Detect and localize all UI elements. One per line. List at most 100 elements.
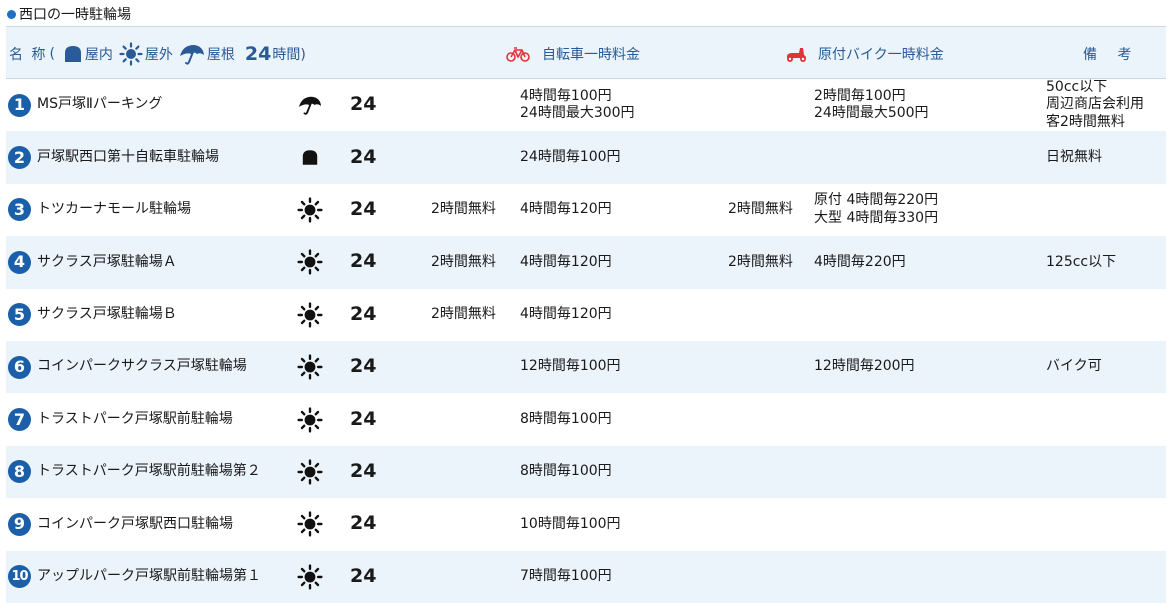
bike-fee-line: 12時間毎100円 [520, 358, 621, 375]
hours-24: 24 [350, 512, 377, 535]
parking-name: 5 サクラス戸塚駐輪場Ｂ [8, 289, 177, 341]
sun-icon [296, 551, 324, 603]
number-badge: 9 [8, 512, 31, 536]
header-bike-column: 自転車一時料金 [506, 27, 640, 80]
table-row: 9 コインパーク戸塚駅西口駐輪場 24 10時間毎100円 [6, 498, 1166, 550]
moto-free-time: 2時間無料 [728, 253, 793, 270]
bike-free-time: 2時間無料 [431, 253, 496, 270]
umbrella-icon [296, 79, 324, 131]
parking-list: 1 MS戸塚Ⅱパーキング 24 4時間毎100円 24時間最大300円 2時間毎100円 2… [6, 79, 1166, 603]
bike-fee-line: 8時間毎100円 [520, 410, 612, 427]
moto-fee: 12時間毎200円 [814, 341, 915, 393]
bike-fee-line: 24時間毎100円 [520, 148, 621, 165]
bike-fee-line: 4時間毎120円 [520, 306, 612, 322]
table-header: 名 称 ( 屋内 屋外 屋根 24 時間) 自転車一時料金 原付バイク一時料金 … [6, 26, 1166, 79]
bike-fee: 4時間毎100円 24時間最大300円 [520, 79, 635, 131]
number-badge: 3 [8, 198, 31, 222]
header-hours-label: 時間) [272, 46, 306, 63]
parking-name-text: 戸塚駅西口第十自転車駐輪場 [37, 148, 219, 165]
bike-fee-line: 4時間毎100円 [520, 87, 612, 104]
note: 125cc以下 [1046, 236, 1116, 288]
parking-name: 7 トラストパーク戸塚駅前駐輪場 [8, 393, 233, 445]
bicycle-icon [506, 46, 530, 62]
header-moto-column: 原付バイク一時料金 [784, 27, 944, 80]
moto-fee-line: 4時間毎220円 [814, 253, 906, 270]
number-badge: 8 [8, 460, 31, 484]
bike-fee: 12時間毎100円 [520, 341, 621, 393]
note-line: 周辺商店会利用 [1046, 96, 1144, 113]
header-outdoor-label: 屋外 [144, 46, 173, 63]
note: 50cc以下 周辺商店会利用 客2時間無料 [1046, 79, 1144, 131]
number-badge: 10 [8, 565, 31, 589]
bike-fee: 24時間毎100円 [520, 131, 621, 183]
parking-name: 4 サクラス戸塚駐輪場Ａ [8, 236, 177, 288]
hours-24: 24 [350, 460, 377, 483]
moto-fee-line: 2時間毎100円 [814, 87, 906, 104]
number-badge: 4 [8, 250, 31, 274]
header-indoor-label: 屋内 [84, 46, 113, 63]
bike-fee-line: 10時間毎100円 [520, 515, 621, 532]
table-row: 1 MS戸塚Ⅱパーキング 24 4時間毎100円 24時間最大300円 2時間毎100円 2… [6, 79, 1166, 131]
bike-fee-line: 4時間毎120円 [520, 253, 612, 270]
hours-24: 24 [350, 250, 377, 273]
header-bike-label: 自転車一時料金 [542, 46, 640, 63]
table-row: 10 アップルパーク戸塚駅前駐輪場第１ 24 7時間毎100円 [6, 550, 1166, 603]
table-row: 6 コインパークサクラス戸塚駐輪場 24 12時間毎100円 12時間毎200円 バイク可 [6, 340, 1166, 394]
bike-fee-line: 4時間毎120円 [520, 201, 612, 218]
header-24-label: 24 [244, 42, 272, 65]
note-line: 客2時間無料 [1046, 113, 1125, 130]
note: バイク可 [1046, 341, 1102, 393]
parking-name-text: MS戸塚Ⅱパーキング [37, 96, 163, 113]
parking-name-text: アップルパーク戸塚駅前駐輪場第１ [37, 567, 261, 584]
table-row: 8 トラストパーク戸塚駅前駐輪場第２ 24 8時間毎100円 [6, 445, 1166, 499]
parking-name: 10 アップルパーク戸塚駅前駐輪場第１ [8, 551, 261, 603]
note-line: 50cc以下 [1046, 78, 1108, 95]
bike-fee: 4時間毎120円 [520, 184, 612, 236]
parking-name: 9 コインパーク戸塚駅西口駐輪場 [8, 498, 233, 550]
parking-name: 2 戸塚駅西口第十自転車駐輪場 [8, 131, 219, 183]
note-line: 125cc以下 [1046, 253, 1117, 270]
number-badge: 7 [8, 408, 31, 432]
parking-name: 3 トツカーナモール駐輪場 [8, 184, 191, 236]
note-line: バイク可 [1046, 358, 1102, 375]
hours-24: 24 [350, 302, 377, 325]
hours-24: 24 [350, 407, 377, 430]
parking-name-text: コインパークサクラス戸塚駐輪場 [37, 358, 247, 375]
parking-name-text: トラストパーク戸塚駅前駐輪場 [37, 410, 233, 427]
sun-icon [296, 498, 324, 550]
parking-name-text: サクラス戸塚駐輪場Ｂ [37, 306, 177, 322]
bike-fee: 4時間毎120円 [520, 289, 612, 341]
bike-free-time: 2時間無料 [431, 306, 496, 322]
sun-icon [296, 236, 324, 288]
bike-fee: 7時間毎100円 [520, 551, 612, 603]
header-name-column: 名 称 ( 屋内 屋外 屋根 24 時間) [9, 27, 306, 80]
header-paren-open: ( [49, 45, 55, 62]
bike-fee: 8時間毎100円 [520, 393, 612, 445]
parking-name-text: コインパーク戸塚駅西口駐輪場 [37, 515, 233, 532]
hours-24: 24 [350, 93, 377, 116]
parking-name-text: サクラス戸塚駐輪場Ａ [37, 253, 177, 270]
note: 日祝無料 [1046, 131, 1102, 183]
bike-fee: 10時間毎100円 [520, 498, 621, 550]
parking-name-text: トラストパーク戸塚駅前駐輪場第２ [37, 463, 261, 480]
moto-fee-line: 原付 4時間毎220円 [814, 192, 939, 209]
note-line: 日祝無料 [1046, 148, 1102, 165]
moto-fee: 2時間毎100円 24時間最大500円 [814, 79, 929, 131]
table-row: 3 トツカーナモール駐輪場 24 2時間無料 4時間毎120円 2時間無料 原付 4時間毎2… [6, 184, 1166, 236]
parking-name: 8 トラストパーク戸塚駅前駐輪場第２ [8, 446, 261, 498]
sun-icon [296, 446, 324, 498]
hours-24: 24 [350, 198, 377, 221]
number-badge: 1 [8, 93, 31, 117]
moto-fee-line: 12時間毎200円 [814, 358, 915, 375]
number-badge: 5 [8, 303, 31, 327]
section-title-text: 西口の一時駐輪場 [19, 7, 131, 23]
indoor-icon [296, 131, 324, 183]
moto-free-time: 2時間無料 [728, 201, 793, 218]
indoor-icon [63, 45, 83, 63]
table-row: 4 サクラス戸塚駐輪場Ａ 24 2時間無料 4時間毎120円 2時間無料 4時間毎220円 1… [6, 236, 1166, 289]
parking-name: 1 MS戸塚Ⅱパーキング [8, 79, 162, 131]
sun-icon [296, 184, 324, 236]
number-badge: 6 [8, 355, 31, 379]
header-roof-label: 屋根 [206, 46, 235, 63]
sun-icon [296, 341, 324, 393]
